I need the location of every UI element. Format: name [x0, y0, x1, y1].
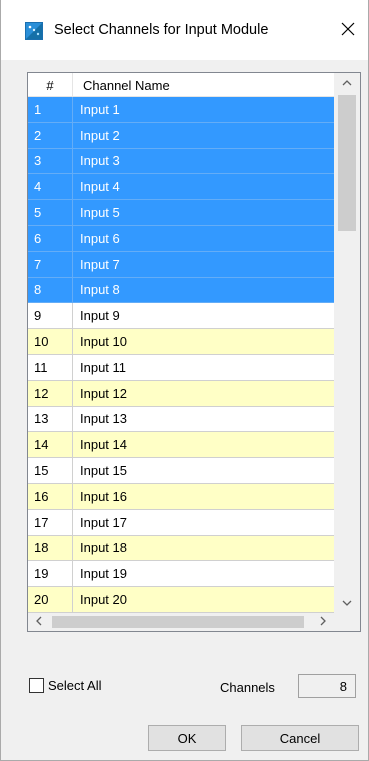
scroll-down-button[interactable] [334, 593, 360, 613]
table-row[interactable]: 5 Input 5 [28, 200, 334, 226]
table-row[interactable]: 11 Input 11 [28, 354, 334, 381]
channel-list[interactable]: # Channel Name 1 Input 1 2 Input 2 3 Input 34… [27, 72, 361, 632]
row-number: 16 [28, 483, 73, 509]
row-channel-name: Input 1 [80, 101, 120, 117]
row-number: 14 [28, 432, 73, 458]
row-channel-name: Input 2 [80, 127, 120, 143]
list-header: # Channel Name [28, 73, 334, 97]
row-channel-name: Input 15 [80, 463, 127, 479]
chevron-left-icon [36, 615, 42, 629]
row-number: 7 [28, 251, 73, 277]
row-channel-name: Input 20 [80, 592, 127, 608]
channels-label: Channels [220, 680, 275, 695]
horizontal-scrollbar[interactable] [28, 613, 334, 631]
table-row[interactable]: 3 Input 3 [28, 148, 334, 175]
table-row[interactable]: 9 Input 9 [28, 303, 334, 330]
row-number: 10 [28, 329, 73, 354]
row-number: 11 [28, 354, 73, 380]
row-channel-name: Input 6 [80, 230, 120, 246]
close-button[interactable] [328, 12, 368, 48]
table-row[interactable]: 1 Input 1 [28, 97, 334, 123]
chevron-up-icon [342, 77, 352, 89]
row-channel-name: Input 4 [80, 179, 120, 195]
channels-count-field: 8 [298, 674, 356, 698]
table-row[interactable]: 13 Input 13 [28, 406, 334, 433]
table-row[interactable]: 2 Input 2 [28, 122, 334, 149]
row-number: 8 [28, 277, 73, 303]
scroll-up-button[interactable] [334, 73, 360, 93]
column-header-number[interactable]: # [28, 73, 73, 97]
table-row[interactable]: 17 Input 17 [28, 509, 334, 536]
vertical-scroll-thumb[interactable] [338, 95, 356, 231]
row-channel-name: Input 12 [80, 385, 127, 401]
select-channels-dialog: Select Channels for Input Module # Chann… [0, 0, 369, 761]
select-all-checkbox[interactable] [29, 678, 44, 693]
table-row[interactable]: 7 Input 7 [28, 251, 334, 278]
row-number: 3 [28, 148, 73, 174]
row-channel-name: Input 18 [80, 540, 127, 556]
row-number: 17 [28, 509, 73, 535]
horizontal-scroll-thumb[interactable] [52, 616, 304, 628]
close-icon [341, 22, 355, 39]
scroll-left-button[interactable] [28, 613, 50, 631]
select-all-label[interactable]: Select All [48, 678, 101, 693]
scroll-right-button[interactable] [312, 613, 334, 631]
row-channel-name: Input 9 [80, 308, 120, 324]
row-channel-name: Input 17 [80, 514, 127, 530]
app-icon [25, 22, 43, 40]
row-channel-name: Input 19 [80, 566, 127, 582]
chevron-right-icon [320, 615, 326, 629]
row-channel-name: Input 11 [80, 359, 127, 375]
row-number: 1 [28, 97, 73, 122]
list-rows: 1 Input 1 2 Input 2 3 Input 3 4 Input 4 5 Input 5… [28, 97, 334, 613]
vertical-scrollbar[interactable] [334, 73, 360, 613]
row-number: 9 [28, 303, 73, 329]
table-row[interactable]: 20 Input 20 [28, 587, 334, 613]
table-row[interactable]: 12 Input 12 [28, 380, 334, 407]
row-channel-name: Input 10 [80, 334, 127, 350]
table-row[interactable]: 18 Input 18 [28, 535, 334, 562]
title-bar[interactable]: Select Channels for Input Module [1, 0, 368, 60]
row-number: 4 [28, 174, 73, 200]
select-all-control[interactable]: Select All [29, 678, 101, 693]
cancel-button[interactable]: Cancel [241, 725, 359, 751]
table-row[interactable]: 10 Input 10 [28, 329, 334, 355]
row-channel-name: Input 16 [80, 488, 127, 504]
row-number: 18 [28, 535, 73, 561]
window-title: Select Channels for Input Module [54, 22, 269, 38]
row-channel-name: Input 8 [80, 282, 120, 298]
row-number: 15 [28, 458, 73, 483]
row-channel-name: Input 3 [80, 153, 120, 169]
row-number: 5 [28, 200, 73, 225]
table-row[interactable]: 15 Input 15 [28, 458, 334, 484]
row-number: 12 [28, 380, 73, 406]
row-number: 13 [28, 406, 73, 432]
chevron-down-icon [342, 597, 352, 609]
row-channel-name: Input 13 [80, 411, 127, 427]
table-row[interactable]: 8 Input 8 [28, 277, 334, 304]
table-row[interactable]: 6 Input 6 [28, 225, 334, 252]
row-number: 20 [28, 587, 73, 612]
table-row[interactable]: 14 Input 14 [28, 432, 334, 459]
table-row[interactable]: 19 Input 19 [28, 561, 334, 588]
table-row[interactable]: 16 Input 16 [28, 483, 334, 510]
row-number: 2 [28, 122, 73, 148]
row-number: 19 [28, 561, 73, 587]
row-channel-name: Input 7 [80, 256, 120, 272]
row-channel-name: Input 5 [80, 205, 120, 221]
row-number: 6 [28, 225, 73, 251]
table-row[interactable]: 4 Input 4 [28, 174, 334, 201]
column-header-channel-name[interactable]: Channel Name [74, 73, 334, 97]
row-channel-name: Input 14 [80, 437, 127, 453]
ok-button[interactable]: OK [148, 725, 226, 751]
scroll-corner [334, 613, 360, 631]
